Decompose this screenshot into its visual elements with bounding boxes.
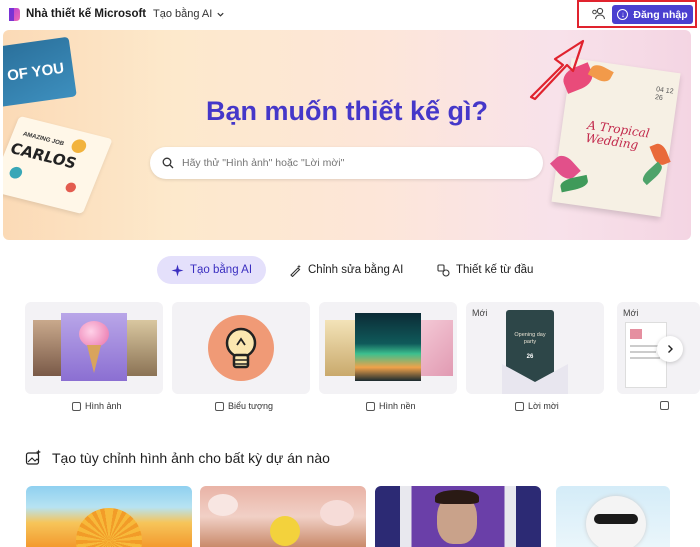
thumb-image [125,320,157,376]
chevron-down-icon [217,12,224,17]
category-tile-invitations[interactable]: Mới Opening day party 26 [466,302,604,394]
carousel-next-button[interactable] [657,336,683,362]
tab-label: Tạo bằng AI [190,264,253,276]
icons-icon [215,401,224,411]
thumb-image [33,320,63,376]
gallery-image-yeti[interactable] [556,486,670,547]
top-bar: Nhà thiết kế Microsoft Tạo bằng AI ↓ Đăn… [0,0,700,30]
gallery-image-portrait[interactable] [375,486,541,547]
tab-design-from-scratch[interactable]: Thiết kế từ đầu [423,256,547,284]
bird-shape [270,516,300,546]
thumb-image [325,320,357,376]
decor-circle [64,181,78,194]
section-heading-text: Tạo tùy chỉnh hình ảnh cho bất kỳ dự án … [52,449,330,466]
tile-label-text: Lời mời [528,401,559,411]
blossom-shape [320,500,354,526]
decor-leaf [587,61,614,85]
portrait-hair [435,490,479,504]
tile-label-text: Biểu tượng [228,401,273,411]
text-line [630,357,660,359]
thumb-image [630,329,642,339]
card-wedding-title: A Tropical Wedding [584,117,651,153]
tab-label: Thiết kế từ đầu [456,264,534,276]
category-tile-images[interactable] [25,302,163,394]
image-sparkle-icon [25,449,41,465]
invitation-title: Opening day party [514,332,546,345]
tile-label-icons: Biểu tượng [215,401,273,411]
sun-shape [76,508,142,547]
new-badge: Mới [472,308,488,318]
create-with-ai-menu[interactable]: Tạo bằng AI [153,8,225,20]
category-carousel: Hình ảnh Biểu tượng Hình nền Mới Opening… [0,302,700,422]
image-icon [72,401,81,411]
hero-template-card-carlos: AMAZING JOB CARLOS [3,115,113,215]
invitation-icon [515,401,524,411]
annotation-arrow-icon [529,39,585,101]
sunglasses-shape [594,514,638,524]
decor-circle [69,137,89,155]
tile-label-text: Hình nền [379,401,416,411]
download-icon: ↓ [617,9,629,20]
hero-banner: OF YOU AMAZING JOB CARLOS Bạn muốn thiết… [3,30,691,240]
tab-edit-with-ai[interactable]: Chỉnh sửa bằng AI [275,256,417,284]
search-input[interactable] [182,157,522,169]
create-menu-label: Tạo bằng AI [153,8,213,20]
category-tile-wallpapers[interactable] [319,302,457,394]
thumb-image [419,320,453,376]
tile-label-images: Hình ảnh [72,401,122,411]
tile-label-wallpapers: Hình nền [366,401,416,411]
tile-label-partial [660,401,669,410]
tab-create-with-ai[interactable]: Tạo bằng AI [157,256,267,284]
sign-in-label: Đăng nhập [633,8,688,21]
cone-shape [87,345,101,373]
text-line [630,345,660,347]
brand-name[interactable]: Nhà thiết kế Microsoft [26,8,146,20]
mode-tabs: Tạo bằng AI Chỉnh sửa bằng AI Thiết kế t… [0,256,700,286]
decor-leaf [640,161,665,186]
card-you-text: OF YOU [6,59,66,85]
bulb-background [208,315,274,381]
blossom-shape [208,494,238,516]
thumb-image-aurora [355,313,421,381]
chevron-right-icon [668,345,673,353]
decor-circle [7,165,24,180]
wallpaper-icon [366,401,375,411]
magic-pen-icon [290,264,301,277]
switch-account-icon[interactable] [590,6,606,22]
lightbulb-icon [225,327,257,369]
gallery-image-sun[interactable] [26,486,192,547]
search-icon [162,157,174,169]
designer-logo-icon[interactable] [7,7,21,22]
text-line [630,351,656,353]
search-bar[interactable] [150,147,543,179]
thumb-image-icecream [61,313,127,381]
tab-label: Chỉnh sửa bằng AI [308,264,404,276]
sparkle-icon [171,264,184,276]
category-tile-icons[interactable] [172,302,310,394]
invitation-date: 26 [526,354,534,360]
tile-label-invitations: Lời mời [515,401,559,411]
tile-label-text: Hình ảnh [85,401,122,411]
section-heading: Tạo tùy chỉnh hình ảnh cho bất kỳ dự án … [25,449,330,466]
design-shapes-icon [437,263,450,277]
decor-circle [79,321,109,347]
new-badge: Mới [623,308,639,318]
card-wedding-date: 04 12 26 [654,86,674,103]
sign-in-button[interactable]: ↓ Đăng nhập [612,5,693,24]
gallery-image-bird[interactable] [200,486,366,547]
document-icon [660,401,669,410]
